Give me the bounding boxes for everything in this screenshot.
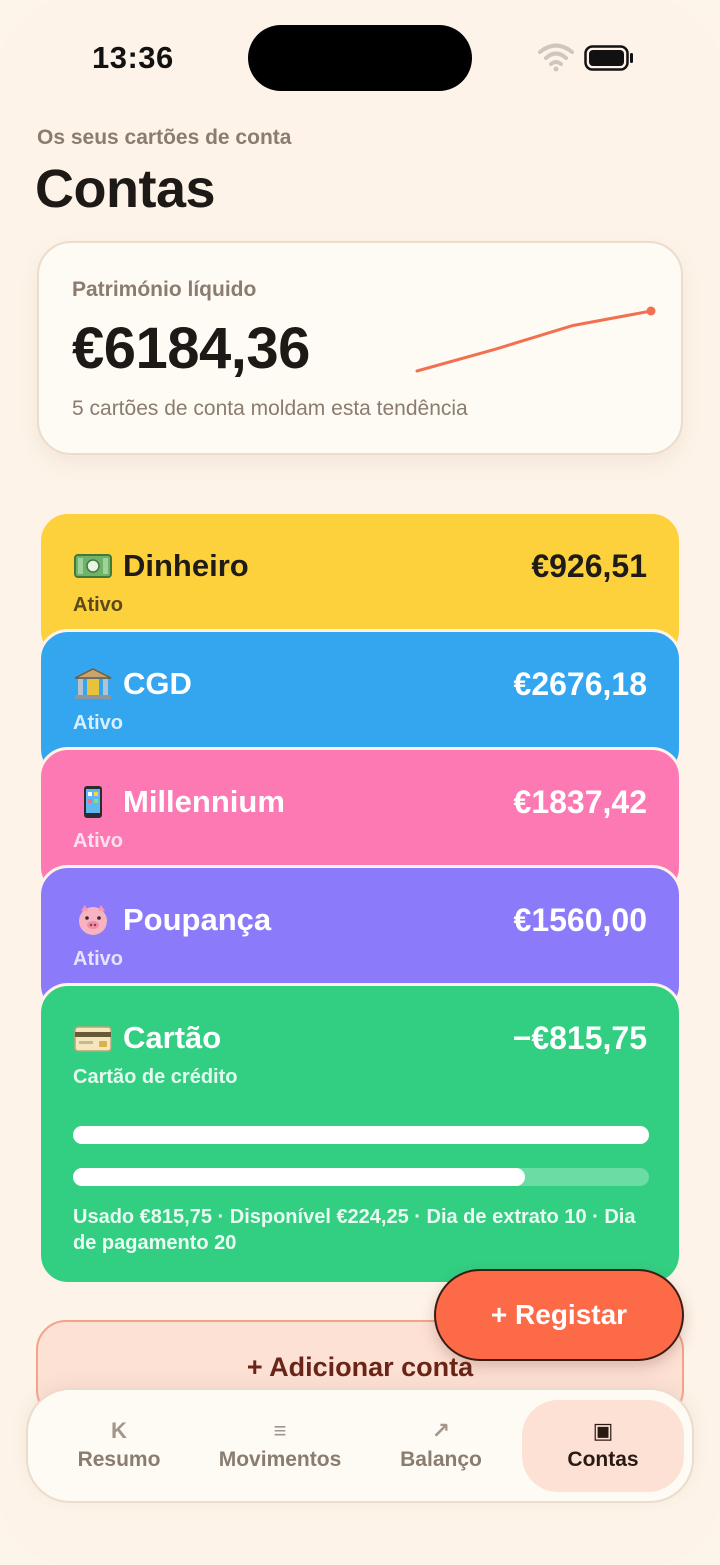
bottom-nav: K Resumo ≡ Movimentos ↗ Balanço ▣ Contas [26, 1388, 694, 1503]
account-status: Ativo [73, 948, 123, 970]
battery-icon [584, 45, 633, 71]
account-name: Cartão [73, 1020, 221, 1056]
sparkline-line [415, 309, 653, 373]
account-name: CGD [73, 666, 192, 702]
account-name: Millennium [73, 784, 285, 820]
account-balance: €926,51 [531, 548, 647, 584]
credit-usage-bar-fill [73, 1168, 525, 1186]
arrow-up-right-icon: ↗ [431, 1418, 451, 1443]
banknote-icon [74, 554, 112, 578]
nav-tab-label: Movimentos [218, 1448, 342, 1471]
account-type: Cartão de crédito [73, 1066, 238, 1088]
nav-tab-balanco[interactable]: ↗ Balanço [360, 1400, 522, 1492]
credit-limit-bar [73, 1126, 649, 1144]
account-name: Poupança [73, 902, 271, 938]
bank-icon [74, 668, 112, 699]
piggy-icon [79, 905, 107, 935]
list-icon: ≡ [273, 1418, 287, 1443]
net-worth-card[interactable]: Património líquido €6184,36 5 cartões de… [37, 241, 683, 455]
phone-screen: 13:36 Os seus cartões de conta Contas Pa… [0, 0, 720, 1565]
account-name-text: CGD [123, 666, 192, 701]
nav-tab-contas[interactable]: ▣ Contas [522, 1400, 684, 1492]
account-card-cartao[interactable]: Cartão −€815,75 Cartão de crédito Usado … [38, 983, 682, 1285]
nav-tab-resumo[interactable]: K Resumo [38, 1400, 200, 1492]
credit-card-icon [74, 1026, 112, 1052]
summary-icon: K [111, 1418, 127, 1443]
wifi-icon [538, 43, 574, 72]
page-subtitle: Os seus cartões de conta [37, 126, 292, 149]
sparkline-end-dot [646, 306, 656, 316]
page-title: Contas [35, 159, 216, 219]
nav-tab-label: Resumo [77, 1448, 161, 1471]
net-worth-value: €6184,36 [72, 316, 310, 381]
account-name-text: Poupança [123, 902, 272, 937]
account-status: Ativo [73, 594, 123, 616]
account-balance: €1560,00 [513, 902, 647, 938]
net-worth-caption: 5 cartões de conta moldam esta tendência [72, 397, 468, 420]
credit-usage-bar [73, 1168, 649, 1186]
register-fab-button[interactable]: + Registar [434, 1269, 684, 1361]
credit-card-details: Usado €815,75 · Disponível €224,25 · Dia… [73, 1206, 636, 1254]
dynamic-island [248, 25, 472, 91]
account-balance: €2676,18 [513, 666, 647, 702]
status-time: 13:36 [92, 40, 174, 75]
account-name-text: Cartão [123, 1020, 222, 1055]
net-worth-label: Património líquido [72, 278, 257, 301]
accounts-icon: ▣ [592, 1418, 614, 1443]
account-balance: −€815,75 [512, 1020, 647, 1056]
phone-icon [84, 786, 102, 818]
account-name-text: Millennium [123, 784, 285, 819]
net-worth-sparkline [415, 306, 656, 373]
nav-tab-label: Balanço [400, 1448, 482, 1471]
nav-tab-movimentos[interactable]: ≡ Movimentos [199, 1400, 361, 1492]
account-name: Dinheiro [73, 548, 249, 584]
nav-tab-label: Contas [567, 1448, 639, 1471]
account-balance: €1837,42 [513, 784, 647, 820]
account-status: Ativo [73, 712, 123, 734]
account-status: Ativo [73, 830, 123, 852]
account-name-text: Dinheiro [123, 548, 249, 583]
credit-limit-bar-fill [73, 1126, 649, 1144]
